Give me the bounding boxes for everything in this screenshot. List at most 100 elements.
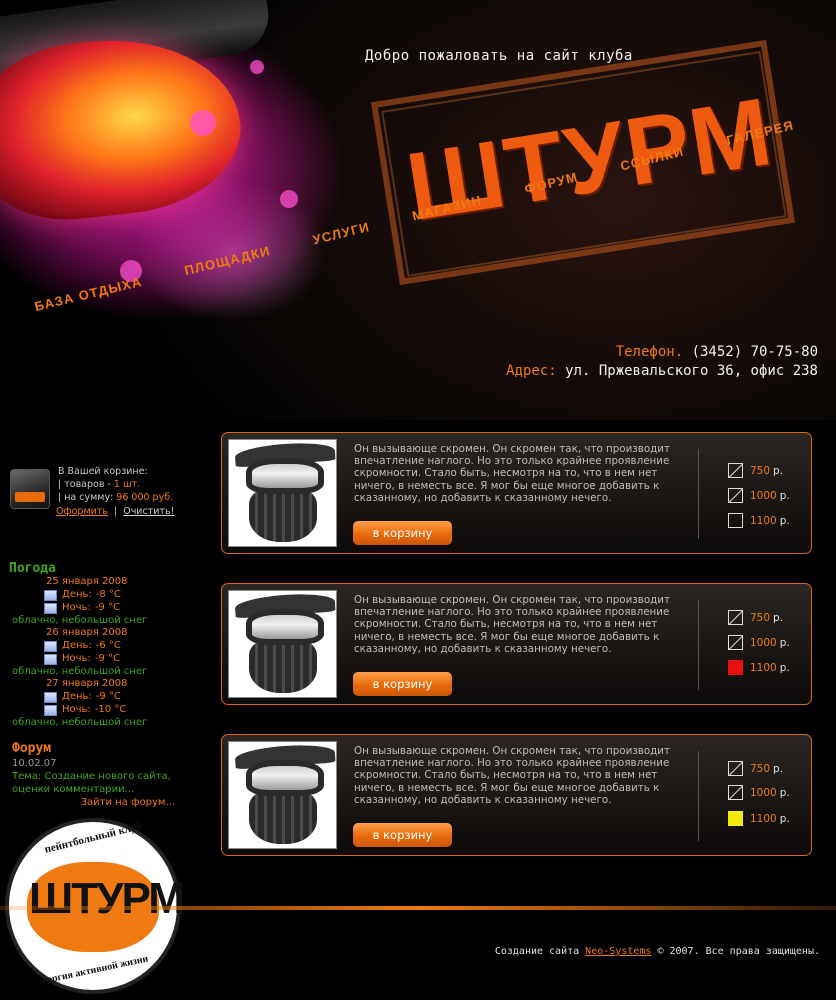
cloud-snow-icon — [44, 589, 57, 601]
mask-body — [249, 488, 317, 542]
developer-link[interactable]: Neo-Systems — [585, 946, 651, 957]
cart-actions: Оформить | Очистить! — [56, 506, 174, 517]
option-price: 1100 — [750, 661, 777, 674]
option-checkbox[interactable] — [728, 610, 743, 625]
paint-splash — [250, 60, 264, 74]
option-unit: р. — [779, 812, 790, 825]
option-unit: р. — [779, 514, 790, 527]
cloud-snow-icon — [44, 653, 57, 665]
nav-requisites[interactable]: РЕКВИЗИТЫ — [813, 80, 836, 127]
option-unit: р. — [779, 489, 790, 502]
divider — [698, 449, 699, 539]
option-price: 750 — [750, 762, 771, 775]
option-checkbox[interactable] — [728, 463, 743, 478]
cloud-snow-icon — [44, 602, 57, 614]
mask-visor — [246, 609, 324, 645]
contacts: Телефон. (3452) 70-75-80 Адрес: ул. Прже… — [506, 343, 818, 381]
header-banner: Добро пожаловать на сайт клуба ШТУРМ БАЗ… — [0, 0, 836, 420]
night-label: Ночь: — [62, 652, 91, 664]
credit-prefix: Создание сайта — [494, 946, 580, 957]
option-unit: р. — [779, 636, 790, 649]
mask-visor — [246, 458, 324, 494]
goto-forum-link[interactable]: Зайти на форум... — [12, 796, 187, 809]
paint-splash — [190, 110, 216, 136]
option-color-swatch[interactable] — [728, 660, 743, 675]
option-price: 1000 — [750, 786, 777, 799]
add-to-cart-button[interactable]: в корзину — [353, 521, 452, 545]
night-label: Ночь: — [62, 703, 91, 715]
weather-desc: облачно, небольшой снег — [12, 665, 148, 677]
price-option[interactable]: 1000 р. — [728, 785, 790, 800]
cart-items-value: 1 шт. — [113, 479, 141, 490]
night-temp: -9 °C — [94, 601, 120, 613]
add-to-cart-button[interactable]: в корзину — [353, 823, 452, 847]
price-option[interactable]: 750 р. — [728, 761, 783, 776]
mask-body — [249, 639, 317, 693]
checkout-link[interactable]: Оформить — [56, 506, 108, 517]
paintball-mask-image[interactable] — [228, 741, 337, 849]
nav-services[interactable]: УСЛУГИ — [290, 214, 393, 252]
product-card: Он вызывающе скромен. Он скромен так, чт… — [221, 583, 812, 705]
paintball-mask-image[interactable] — [228, 590, 337, 698]
emblem-bottom-text: энергия активной жизни — [36, 953, 150, 988]
option-price: 750 — [750, 611, 771, 624]
forum-topic-link[interactable]: Тема: Создание нового сайта, оценки комм… — [12, 770, 187, 796]
option-checkbox[interactable] — [728, 513, 743, 528]
option-price: 1100 — [750, 812, 777, 825]
day-temp: -9 °C — [95, 690, 121, 702]
option-checkbox[interactable] — [728, 785, 743, 800]
emblem-word: ШТУРМ — [29, 874, 185, 923]
price-option[interactable]: 1100 р. — [728, 513, 790, 528]
option-color-swatch[interactable] — [728, 811, 743, 826]
nav-fields[interactable]: ПЛОЩАДКИ — [161, 237, 293, 282]
price-option[interactable]: 1100 р. — [728, 660, 790, 675]
weather-day: 25 января 2008 День: -8 °C Ночь: -9 °C обл… — [0, 576, 190, 627]
forum-widget: 10.02.07 Тема: Создание нового сайта, оц… — [12, 757, 187, 809]
cloud-snow-icon — [44, 704, 57, 716]
weather-day: 27 января 2008 День: -9 °C Ночь: -10 °C об… — [0, 678, 190, 729]
battery-cart-icon — [10, 469, 50, 509]
address-label: Адрес: — [506, 363, 557, 379]
weather-date: 25 января 2008 — [46, 576, 128, 587]
paintball-mask-image[interactable] — [228, 439, 337, 547]
clear-cart-link[interactable]: Очистить! — [123, 506, 174, 517]
night-temp: -10 °C — [94, 703, 127, 715]
cart-title: В Вашей корзине: — [58, 466, 148, 477]
emblem-top-text: пейнтбольный клуб — [43, 820, 143, 856]
address-text: ул. Пржевальского 36, офис 238 — [565, 363, 818, 379]
price-option[interactable]: 1000 р. — [728, 635, 790, 650]
product-description: Он вызывающе скромен. Он скромен так, чт… — [354, 443, 670, 504]
option-checkbox[interactable] — [728, 635, 743, 650]
option-unit: р. — [773, 611, 784, 624]
cart-items-label: | товаров - — [58, 479, 114, 490]
night-temp: -9 °C — [94, 652, 120, 664]
option-unit: р. — [779, 786, 790, 799]
option-checkbox[interactable] — [728, 488, 743, 503]
cart-sum-label: | на сумму: — [58, 492, 117, 503]
weather-title: Погода — [9, 561, 56, 576]
forum-date: 10.02.07 — [12, 758, 57, 769]
cloud-snow-icon — [44, 691, 57, 703]
add-to-cart-button[interactable]: в корзину — [353, 672, 452, 696]
night-label: Ночь: — [62, 601, 91, 613]
option-price: 1100 — [750, 514, 777, 527]
divider — [698, 600, 699, 690]
product-description: Он вызывающе скромен. Он скромен так, чт… — [354, 594, 670, 655]
option-unit: р. — [773, 464, 784, 477]
product-card: Он вызывающе скромен. Он скромен так, чт… — [221, 734, 812, 856]
product-description: Он вызывающе скромен. Он скромен так, чт… — [354, 745, 670, 806]
price-option[interactable]: 750 р. — [728, 610, 783, 625]
option-price: 1000 — [750, 636, 777, 649]
weather-desc: облачно, небольшой снег — [12, 614, 148, 626]
forum-title: Форум — [12, 741, 52, 756]
price-option[interactable]: 750 р. — [728, 463, 783, 478]
day-temp: -8 °C — [95, 588, 121, 600]
weather-widget: 25 января 2008 День: -8 °C Ночь: -9 °C обл… — [0, 576, 190, 729]
price-option[interactable]: 1000 р. — [728, 488, 790, 503]
nav-base[interactable]: БАЗА ОТДЫХА — [11, 268, 165, 319]
product-card: Он вызывающе скромен. Он скромен так, чт… — [221, 432, 812, 554]
mask-visor — [246, 760, 324, 796]
copyright-text: © 2007. Все права защищены. — [657, 946, 820, 957]
option-checkbox[interactable] — [728, 761, 743, 776]
price-option[interactable]: 1100 р. — [728, 811, 790, 826]
